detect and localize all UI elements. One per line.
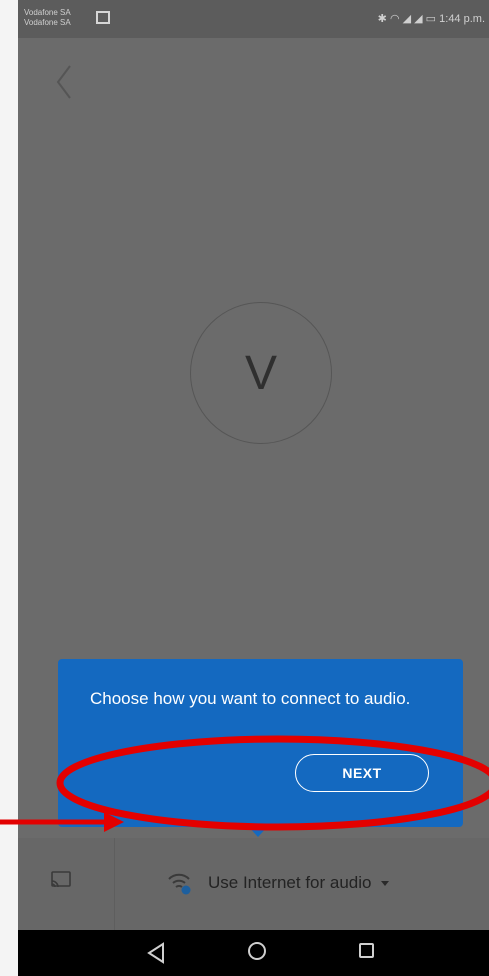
carrier-info: Vodafone SA Vodafone SA [24, 8, 71, 28]
nav-recent-apps-icon[interactable] [359, 943, 374, 958]
dropdown-arrow-icon [381, 880, 390, 886]
tooltip-message: Choose how you want to connect to audio. [90, 689, 411, 708]
bottom-toolbar: Use Internet for audio [18, 838, 489, 930]
nav-back-icon[interactable] [146, 942, 166, 964]
status-time: ✱ ◠ ◢ ◢ ▭ 1:44 p.m. [378, 12, 485, 25]
audio-tooltip: Choose how you want to connect to audio.… [58, 659, 463, 827]
carrier-line-1: Vodafone SA [24, 8, 71, 17]
signal-icon: ◢ [402, 13, 412, 25]
bluetooth-icon: ✱ [377, 13, 387, 25]
clock-text: 1:44 p.m. [439, 13, 485, 25]
audio-option-label: Use Internet for audio [208, 873, 372, 892]
back-chevron-icon[interactable] [50, 62, 80, 102]
participant-avatar: V [190, 302, 332, 444]
audio-option-dropdown[interactable]: Use Internet for audio [166, 868, 390, 898]
battery-icon: ▭ [425, 13, 437, 25]
wifi-status-icon: ◠ [389, 13, 400, 25]
internet-audio-icon [168, 873, 191, 895]
android-nav-bar [18, 930, 489, 976]
nav-home-icon[interactable] [248, 942, 266, 960]
avatar-initial: V [244, 346, 277, 400]
carrier-line-2: Vodafone SA [24, 18, 71, 27]
image-notification-icon [96, 11, 110, 24]
meeting-screen: Vodafone SA Vodafone SA ✱ ◠ ◢ ◢ ▭ 1:44 p… [18, 0, 489, 976]
signal-icon-2: ◢ [414, 13, 423, 25]
status-bar: Vodafone SA Vodafone SA ✱ ◠ ◢ ◢ ▭ 1:44 p… [18, 0, 489, 38]
next-button[interactable]: NEXT [295, 754, 429, 792]
toolbar-divider [114, 838, 115, 930]
tooltip-pointer [248, 826, 268, 837]
cast-screen-icon[interactable] [50, 871, 72, 889]
